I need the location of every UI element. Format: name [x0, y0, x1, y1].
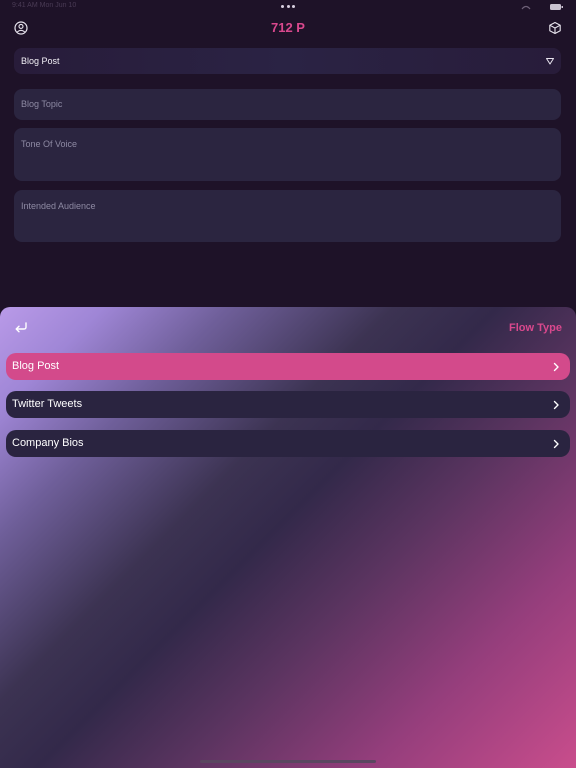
- home-indicator[interactable]: [200, 760, 376, 763]
- tone-of-voice-placeholder: Tone Of Voice: [21, 139, 78, 149]
- option-company-bios[interactable]: Company Bios: [6, 430, 570, 457]
- option-label: Company Bios: [12, 437, 84, 449]
- option-twitter-tweets[interactable]: Twitter Tweets: [6, 391, 570, 418]
- flow-type-value: Blog Post: [21, 56, 60, 66]
- flow-type-sheet: Flow Type Blog Post Twitter Tweets Compa…: [0, 307, 576, 768]
- intended-audience-placeholder: Intended Audience: [21, 201, 96, 211]
- blog-topic-field[interactable]: Blog Topic: [14, 89, 561, 120]
- option-label: Blog Post: [12, 360, 60, 372]
- status-time: 9:41 AM Mon Jun 10: [12, 2, 77, 9]
- triangle-down-icon: [546, 58, 554, 65]
- points-title: 712 P: [271, 20, 305, 35]
- option-blog-post[interactable]: Blog Post: [6, 353, 570, 380]
- battery-wifi-icon: [521, 4, 563, 10]
- top-nav: 712 P: [0, 16, 576, 40]
- cube-icon[interactable]: [546, 19, 564, 37]
- option-label: Twitter Tweets: [12, 398, 83, 410]
- sheet-title: Flow Type: [509, 322, 562, 334]
- chevron-right-icon: [553, 362, 559, 372]
- status-bar: 9:41 AM Mon Jun 10: [0, 0, 576, 14]
- chevron-right-icon: [553, 439, 559, 449]
- flow-type-select[interactable]: Blog Post: [14, 48, 561, 74]
- chevron-right-icon: [553, 400, 559, 410]
- blog-topic-placeholder: Blog Topic: [21, 99, 63, 109]
- tone-of-voice-field[interactable]: Tone Of Voice: [14, 128, 561, 181]
- return-arrow-icon[interactable]: [13, 320, 29, 334]
- intended-audience-field[interactable]: Intended Audience: [14, 190, 561, 242]
- multitask-dots-icon[interactable]: [281, 5, 295, 9]
